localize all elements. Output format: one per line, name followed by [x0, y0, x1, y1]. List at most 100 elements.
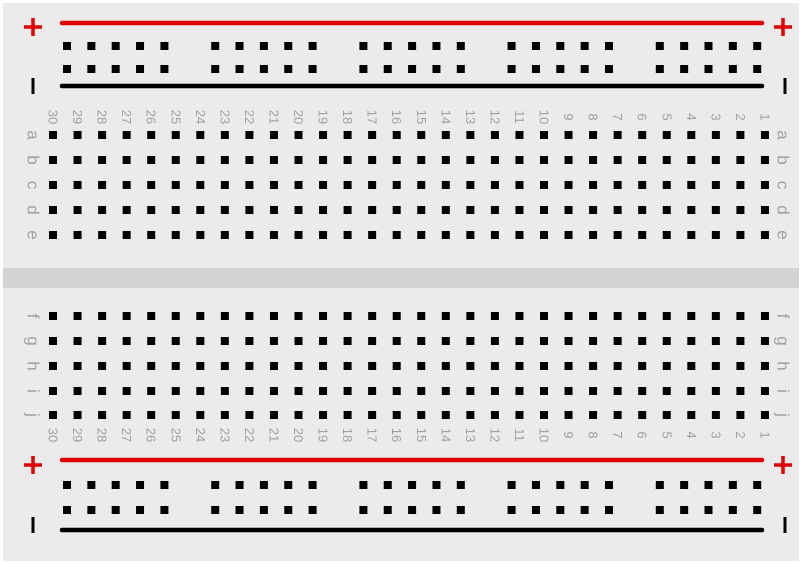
- top-positive-rail-hole[interactable]: [507, 42, 516, 50]
- hole-h-29[interactable]: [73, 362, 82, 370]
- hole-g-27[interactable]: [122, 337, 131, 345]
- top-negative-rail-hole[interactable]: [308, 65, 317, 73]
- hole-a-26[interactable]: [147, 131, 156, 139]
- hole-a-13[interactable]: [466, 131, 475, 139]
- bottom-negative-rail-hole[interactable]: [284, 506, 293, 514]
- hole-a-6[interactable]: [638, 131, 647, 139]
- hole-g-14[interactable]: [441, 337, 450, 345]
- hole-h-25[interactable]: [171, 362, 180, 370]
- bottom-positive-rail-hole[interactable]: [111, 481, 120, 489]
- hole-a-23[interactable]: [220, 131, 229, 139]
- hole-e-6[interactable]: [638, 231, 647, 239]
- hole-h-8[interactable]: [589, 362, 598, 370]
- top-negative-rail-hole[interactable]: [160, 65, 169, 73]
- hole-a-28[interactable]: [98, 131, 107, 139]
- bottom-positive-rail-hole[interactable]: [359, 481, 368, 489]
- bottom-positive-rail-hole[interactable]: [160, 481, 169, 489]
- hole-d-4[interactable]: [687, 206, 696, 214]
- hole-e-10[interactable]: [540, 231, 548, 239]
- hole-i-5[interactable]: [662, 387, 671, 395]
- hole-h-22[interactable]: [245, 362, 254, 370]
- hole-d-8[interactable]: [589, 206, 598, 214]
- hole-b-25[interactable]: [171, 156, 180, 164]
- hole-d-13[interactable]: [466, 206, 475, 214]
- hole-g-9[interactable]: [564, 337, 573, 345]
- hole-e-21[interactable]: [269, 231, 278, 239]
- hole-c-15[interactable]: [417, 181, 426, 189]
- bottom-positive-rail-hole[interactable]: [456, 481, 465, 489]
- hole-a-3[interactable]: [711, 131, 720, 139]
- bottom-negative-rail-hole[interactable]: [680, 506, 689, 514]
- bottom-positive-rail-hole[interactable]: [507, 481, 516, 489]
- hole-g-22[interactable]: [245, 337, 254, 345]
- hole-i-11[interactable]: [515, 387, 524, 395]
- hole-h-23[interactable]: [220, 362, 229, 370]
- hole-d-22[interactable]: [245, 206, 254, 214]
- hole-h-3[interactable]: [711, 362, 720, 370]
- hole-g-16[interactable]: [392, 337, 401, 345]
- top-negative-rail-hole[interactable]: [507, 65, 516, 73]
- bottom-negative-rail-hole[interactable]: [605, 506, 613, 514]
- top-positive-rail-hole[interactable]: [211, 42, 220, 50]
- hole-j-5[interactable]: [662, 411, 671, 419]
- hole-g-7[interactable]: [613, 337, 622, 345]
- top-positive-rail-hole[interactable]: [408, 42, 417, 50]
- hole-g-10[interactable]: [540, 337, 548, 345]
- top-negative-rail-hole[interactable]: [432, 65, 441, 73]
- hole-h-7[interactable]: [613, 362, 622, 370]
- hole-g-26[interactable]: [147, 337, 156, 345]
- hole-a-22[interactable]: [245, 131, 254, 139]
- hole-d-20[interactable]: [294, 206, 303, 214]
- bottom-negative-rail-hole[interactable]: [655, 506, 664, 514]
- hole-j-3[interactable]: [711, 411, 720, 419]
- hole-d-1[interactable]: [760, 206, 769, 214]
- hole-b-11[interactable]: [515, 156, 524, 164]
- hole-f-8[interactable]: [589, 312, 598, 320]
- hole-f-4[interactable]: [687, 312, 696, 320]
- hole-a-21[interactable]: [269, 131, 278, 139]
- hole-h-10[interactable]: [540, 362, 548, 370]
- hole-f-17[interactable]: [368, 312, 377, 320]
- hole-j-12[interactable]: [490, 411, 499, 419]
- hole-c-24[interactable]: [196, 181, 205, 189]
- hole-b-6[interactable]: [638, 156, 647, 164]
- hole-d-10[interactable]: [540, 206, 548, 214]
- hole-d-29[interactable]: [73, 206, 82, 214]
- hole-j-24[interactable]: [196, 411, 205, 419]
- top-positive-rail-hole[interactable]: [284, 42, 293, 50]
- bottom-positive-rail-hole[interactable]: [655, 481, 664, 489]
- hole-h-19[interactable]: [319, 362, 328, 370]
- bottom-positive-rail-hole[interactable]: [432, 481, 441, 489]
- hole-f-3[interactable]: [711, 312, 720, 320]
- bottom-positive-rail-hole[interactable]: [284, 481, 293, 489]
- hole-f-1[interactable]: [760, 312, 769, 320]
- hole-g-3[interactable]: [711, 337, 720, 345]
- hole-f-16[interactable]: [392, 312, 401, 320]
- hole-f-26[interactable]: [147, 312, 156, 320]
- hole-e-13[interactable]: [466, 231, 475, 239]
- hole-i-29[interactable]: [73, 387, 82, 395]
- top-negative-rail-hole[interactable]: [284, 65, 293, 73]
- hole-i-25[interactable]: [171, 387, 180, 395]
- bottom-negative-rail-hole[interactable]: [580, 506, 589, 514]
- hole-b-2[interactable]: [736, 156, 745, 164]
- hole-e-16[interactable]: [392, 231, 401, 239]
- hole-g-4[interactable]: [687, 337, 696, 345]
- bottom-positive-rail-hole[interactable]: [753, 481, 762, 489]
- top-positive-rail-hole[interactable]: [605, 42, 613, 50]
- hole-j-26[interactable]: [147, 411, 156, 419]
- bottom-positive-rail-hole[interactable]: [580, 481, 589, 489]
- hole-i-1[interactable]: [760, 387, 769, 395]
- hole-j-15[interactable]: [417, 411, 426, 419]
- hole-i-17[interactable]: [368, 387, 377, 395]
- hole-c-20[interactable]: [294, 181, 303, 189]
- hole-f-21[interactable]: [269, 312, 278, 320]
- hole-h-9[interactable]: [564, 362, 573, 370]
- hole-d-7[interactable]: [613, 206, 622, 214]
- hole-j-1[interactable]: [760, 411, 769, 419]
- top-negative-rail-hole[interactable]: [605, 65, 613, 73]
- hole-c-3[interactable]: [711, 181, 720, 189]
- hole-g-30[interactable]: [49, 337, 57, 345]
- hole-i-12[interactable]: [490, 387, 499, 395]
- bottom-negative-rail-hole[interactable]: [308, 506, 317, 514]
